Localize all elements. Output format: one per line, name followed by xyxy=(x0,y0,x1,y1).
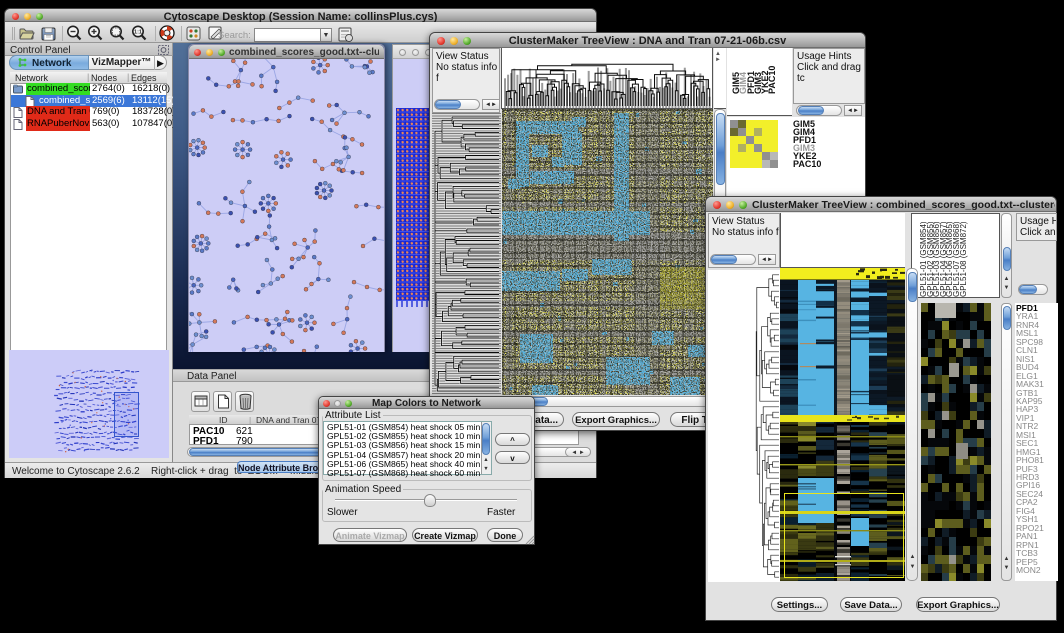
svg-text:1:1: 1:1 xyxy=(134,30,142,36)
